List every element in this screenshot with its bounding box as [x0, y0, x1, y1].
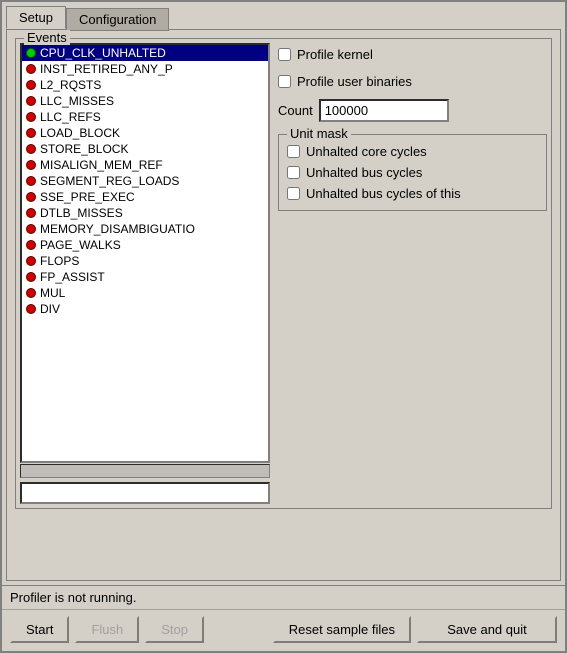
list-item[interactable]: LLC_MISSES: [22, 93, 268, 109]
main-window: Setup Configuration Events CPU_CLK_UNHAL…: [0, 0, 567, 653]
list-item[interactable]: MUL: [22, 285, 268, 301]
event-name-store_block: STORE_BLOCK: [40, 142, 128, 156]
event-dot-inst_retired: [26, 64, 36, 74]
stop-button[interactable]: Stop: [145, 616, 204, 643]
unit-mask-label-1: Unhalted bus cycles: [306, 165, 422, 180]
event-name-misalign_mem_ref: MISALIGN_MEM_REF: [40, 158, 163, 172]
event-dot-cpu_clk: [26, 48, 36, 58]
event-name-memory_disambig: MEMORY_DISAMBIGUATIO: [40, 222, 195, 236]
event-name-flops: FLOPS: [40, 254, 79, 268]
event-name-page_walks: PAGE_WALKS: [40, 238, 121, 252]
list-item[interactable]: L2_RQSTS: [22, 77, 268, 93]
events-area: CPU_CLK_UNHALTED INST_RETIRED_ANY_P L2_RQS…: [20, 43, 547, 504]
event-dot-page_walks: [26, 240, 36, 250]
unit-mask-item-0: Unhalted core cycles: [287, 141, 538, 162]
unit-mask-checkbox-1[interactable]: [287, 166, 300, 179]
unit-mask-checkbox-2[interactable]: [287, 187, 300, 200]
tab-configuration[interactable]: Configuration: [66, 8, 169, 31]
unit-mask-group: Unit mask Unhalted core cycles Unhalted …: [278, 134, 547, 211]
event-name-l2_rqsts: L2_RQSTS: [40, 78, 101, 92]
event-dot-mul: [26, 288, 36, 298]
tab-bar: Setup Configuration: [2, 2, 565, 29]
event-name-fp_assist: FP_ASSIST: [40, 270, 105, 284]
unit-mask-checkbox-0[interactable]: [287, 145, 300, 158]
list-item[interactable]: MEMORY_DISAMBIGUATIO: [22, 221, 268, 237]
right-panel: Profile kernel Profile user binaries Cou…: [278, 43, 547, 504]
save-quit-button[interactable]: Save and quit: [417, 616, 557, 643]
events-group: Events CPU_CLK_UNHALTEDINST_RETIRED_ANY_…: [15, 38, 552, 509]
reset-button[interactable]: Reset sample files: [273, 616, 411, 643]
event-name-load_block: LOAD_BLOCK: [40, 126, 120, 140]
unit-mask-label-2: Unhalted bus cycles of this: [306, 186, 461, 201]
unit-mask-item-1: Unhalted bus cycles: [287, 162, 538, 183]
status-text: Profiler is not running.: [10, 590, 136, 605]
list-item[interactable]: MISALIGN_MEM_REF: [22, 157, 268, 173]
unit-mask-label-0: Unhalted core cycles: [306, 144, 427, 159]
event-dot-llc_misses: [26, 96, 36, 106]
event-name-llc_misses: LLC_MISSES: [40, 94, 114, 108]
profile-kernel-checkbox[interactable]: [278, 48, 291, 61]
event-list[interactable]: CPU_CLK_UNHALTED INST_RETIRED_ANY_P L2_RQS…: [20, 43, 270, 463]
profile-user-row: Profile user binaries: [278, 72, 547, 91]
event-text-input[interactable]: [20, 482, 270, 504]
event-dot-l2_rqsts: [26, 80, 36, 90]
status-bar: Profiler is not running.: [2, 585, 565, 609]
event-name-mul: MUL: [40, 286, 65, 300]
list-item[interactable]: CPU_CLK_UNHALTED: [22, 45, 268, 61]
profile-kernel-label: Profile kernel: [297, 47, 373, 62]
main-content: Events CPU_CLK_UNHALTED INST_RETIRED_ANY_…: [6, 29, 561, 581]
event-dot-sse_pre_exec: [26, 192, 36, 202]
unit-mask-label: Unit mask: [287, 126, 351, 141]
event-dot-div: [26, 304, 36, 314]
event-dot-memory_disambig: [26, 224, 36, 234]
profile-kernel-row: Profile kernel: [278, 45, 547, 64]
event-dot-flops: [26, 256, 36, 266]
list-item[interactable]: FLOPS: [22, 253, 268, 269]
event-dot-fp_assist: [26, 272, 36, 282]
event-dot-misalign_mem_ref: [26, 160, 36, 170]
horizontal-scrollbar[interactable]: [20, 464, 270, 478]
event-name-div: DIV: [40, 302, 60, 316]
list-item[interactable]: DTLB_MISSES: [22, 205, 268, 221]
list-item[interactable]: STORE_BLOCK: [22, 141, 268, 157]
count-input[interactable]: [319, 99, 449, 122]
list-item[interactable]: LLC_REFS: [22, 109, 268, 125]
list-item[interactable]: SEGMENT_REG_LOADS: [22, 173, 268, 189]
event-name-cpu_clk: CPU_CLK_UNHALTED: [40, 46, 166, 60]
event-name-llc_refs: LLC_REFS: [40, 110, 101, 124]
event-name-dtlb_misses: DTLB_MISSES: [40, 206, 123, 220]
button-bar: Start Flush Stop Reset sample files Save…: [2, 609, 565, 651]
event-dot-segment_reg_loads: [26, 176, 36, 186]
events-group-label: Events: [24, 30, 70, 45]
event-name-inst_retired: INST_RETIRED_ANY_P: [40, 62, 173, 76]
list-item[interactable]: PAGE_WALKS: [22, 237, 268, 253]
list-item[interactable]: DIV: [22, 301, 268, 317]
event-dot-dtlb_misses: [26, 208, 36, 218]
event-name-segment_reg_loads: SEGMENT_REG_LOADS: [40, 174, 179, 188]
profile-user-checkbox[interactable]: [278, 75, 291, 88]
event-dot-load_block: [26, 128, 36, 138]
list-item[interactable]: INST_RETIRED_ANY_P: [22, 61, 268, 77]
count-row: Count: [278, 99, 547, 122]
list-item[interactable]: FP_ASSIST: [22, 269, 268, 285]
event-name-sse_pre_exec: SSE_PRE_EXEC: [40, 190, 135, 204]
flush-button[interactable]: Flush: [75, 616, 139, 643]
count-label: Count: [278, 103, 313, 118]
list-item[interactable]: SSE_PRE_EXEC: [22, 189, 268, 205]
event-list-container: CPU_CLK_UNHALTED INST_RETIRED_ANY_P L2_RQS…: [20, 43, 270, 504]
event-dot-store_block: [26, 144, 36, 154]
start-button[interactable]: Start: [10, 616, 69, 643]
event-dot-llc_refs: [26, 112, 36, 122]
tab-setup[interactable]: Setup: [6, 6, 66, 29]
list-item[interactable]: LOAD_BLOCK: [22, 125, 268, 141]
profile-user-label: Profile user binaries: [297, 74, 412, 89]
unit-mask-item-2: Unhalted bus cycles of this: [287, 183, 538, 204]
